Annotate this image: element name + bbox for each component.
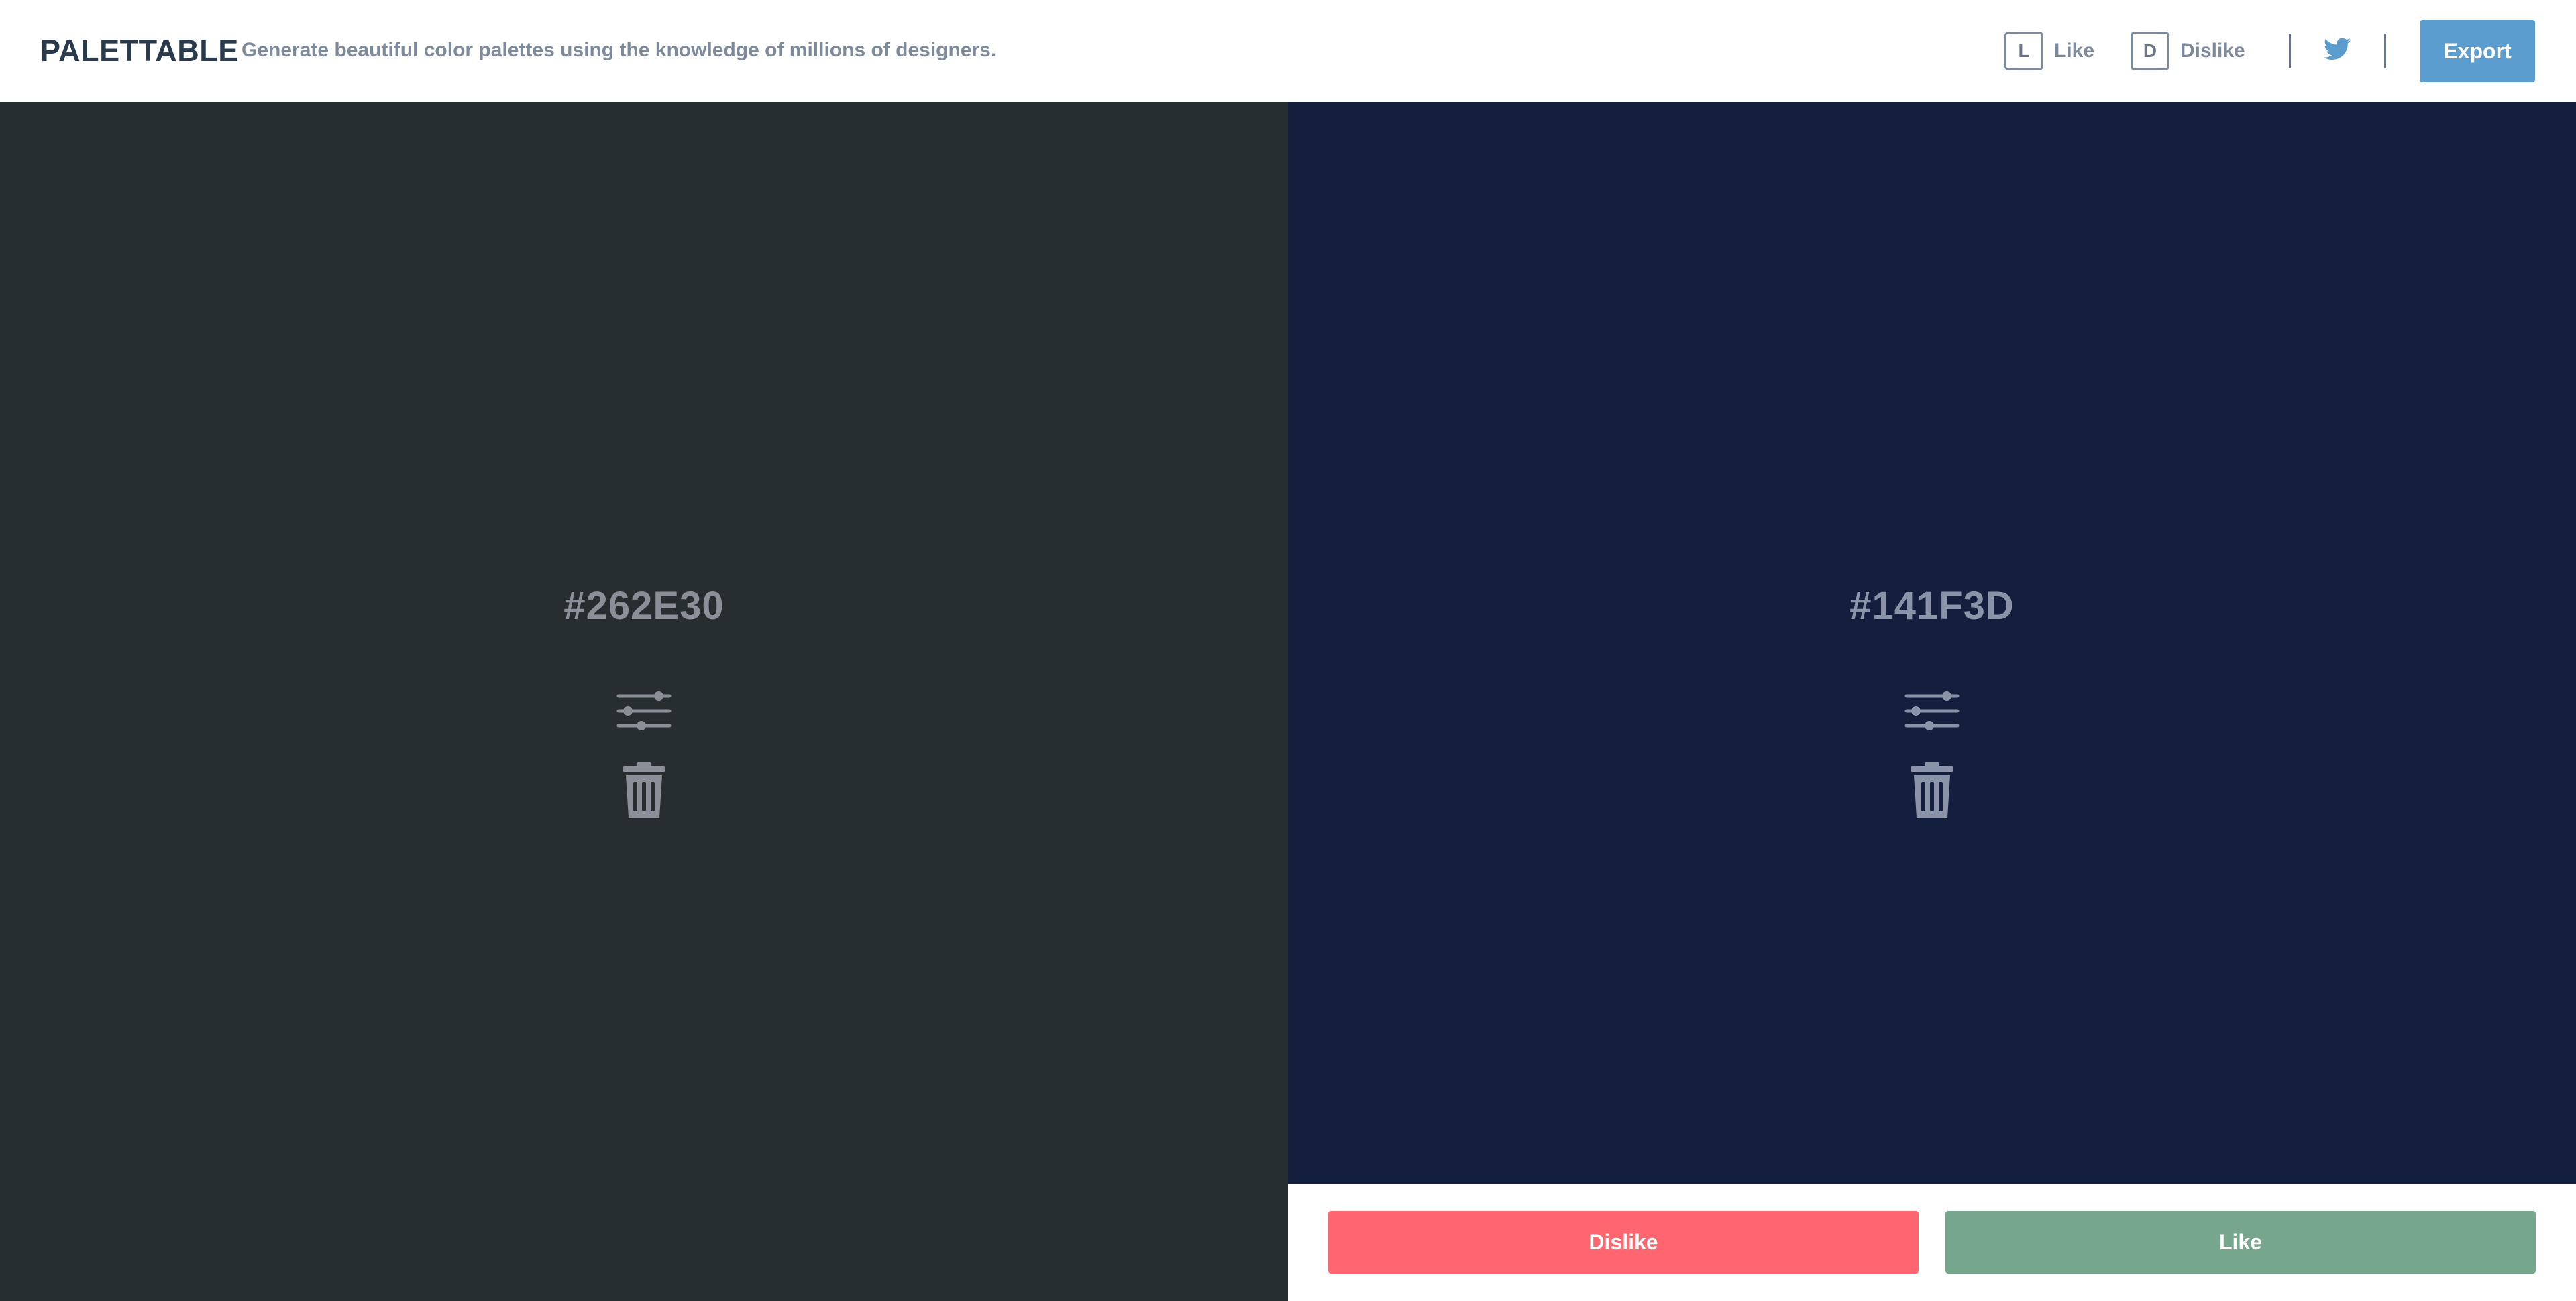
trash-icon[interactable] bbox=[1911, 762, 1953, 818]
top-header: PALETTABLE Generate beautiful color pale… bbox=[0, 0, 2576, 102]
header-divider bbox=[2289, 34, 2291, 68]
sliders-icon[interactable] bbox=[1904, 689, 1960, 732]
dislike-button[interactable]: Dislike bbox=[1328, 1211, 1919, 1274]
dislike-shortcut-label: Dislike bbox=[2180, 40, 2245, 62]
like-shortcut-label: Like bbox=[2054, 40, 2095, 62]
app-logo[interactable]: PALETTABLE bbox=[40, 34, 239, 68]
dislike-shortcut-hint: D Dislike bbox=[2131, 32, 2245, 70]
like-shortcut-hint: L Like bbox=[2004, 32, 2094, 70]
color-panel[interactable]: #262E30 bbox=[0, 102, 1288, 1301]
trash-icon[interactable] bbox=[623, 762, 665, 818]
color-hex-label[interactable]: #262E30 bbox=[0, 583, 1288, 628]
like-button[interactable]: Like bbox=[1945, 1211, 2536, 1274]
sliders-icon[interactable] bbox=[616, 689, 672, 732]
keycap-d: D bbox=[2131, 32, 2169, 70]
color-panel[interactable]: #141F3D bbox=[1288, 102, 2576, 1301]
export-button[interactable]: Export bbox=[2420, 20, 2535, 82]
twitter-icon[interactable] bbox=[2324, 38, 2351, 60]
header-divider bbox=[2384, 34, 2386, 68]
keycap-l: L bbox=[2004, 32, 2043, 70]
vote-action-bar: Dislike Like bbox=[1288, 1184, 2576, 1301]
app-tagline: Generate beautiful color palettes using … bbox=[241, 39, 997, 61]
color-hex-label[interactable]: #141F3D bbox=[1288, 583, 2576, 628]
